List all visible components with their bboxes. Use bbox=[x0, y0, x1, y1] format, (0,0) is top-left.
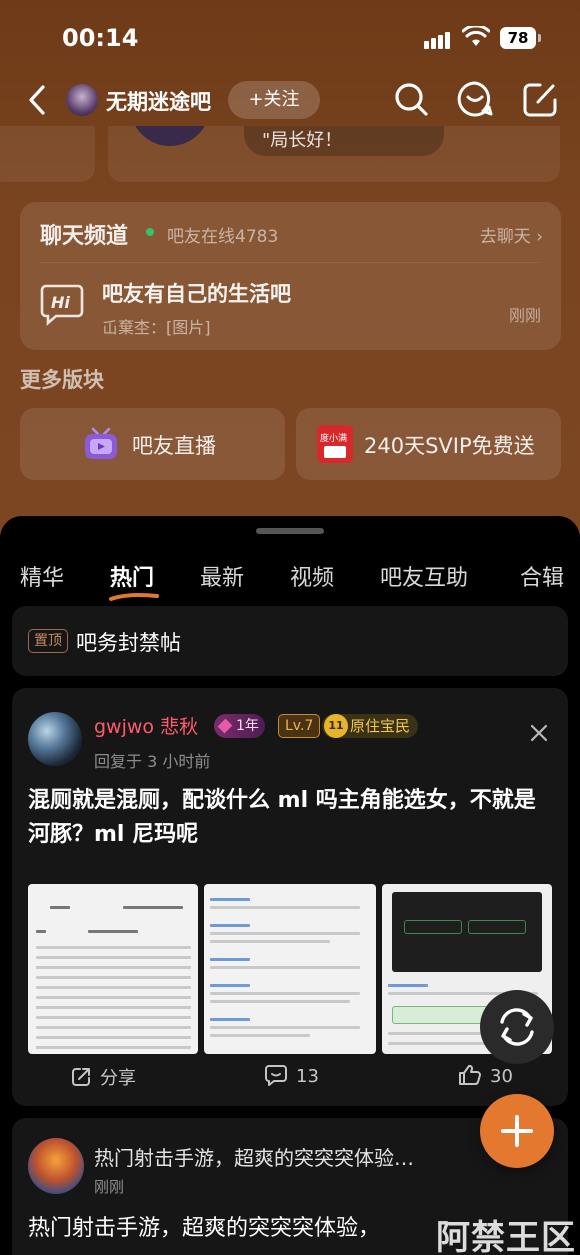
online-count: 吧友在线4783 bbox=[167, 227, 279, 247]
scrolled-cards-peek: "局长好！ bbox=[0, 126, 580, 186]
battery-cap bbox=[538, 34, 541, 42]
tab-featured[interactable]: 精华 bbox=[20, 560, 64, 592]
pinned-post[interactable]: 置顶 吧务封禁帖 bbox=[12, 606, 568, 676]
comment-button[interactable]: 13 bbox=[264, 1064, 319, 1087]
message-bubble-icon[interactable] bbox=[456, 80, 494, 118]
status-bar: 00:14 78 bbox=[0, 0, 580, 70]
back-arrow-icon[interactable] bbox=[26, 84, 48, 116]
sponsor-avatar[interactable] bbox=[28, 1138, 84, 1194]
sheet-drag-handle[interactable] bbox=[256, 528, 324, 534]
resident-number-icon: 11 bbox=[324, 714, 348, 738]
like-button[interactable]: 30 bbox=[458, 1064, 513, 1087]
refresh-button[interactable] bbox=[480, 990, 554, 1064]
more-sections-title: 更多版块 bbox=[20, 368, 104, 392]
chat-last-message: 屲棄杢：[图片] bbox=[102, 318, 211, 337]
member-years-label: 1年 bbox=[236, 718, 259, 734]
like-count: 30 bbox=[490, 1066, 513, 1087]
pinned-title: 吧务封禁帖 bbox=[76, 631, 181, 655]
go-chat-label: 去聊天 bbox=[479, 227, 531, 247]
chat-channel-card[interactable]: 聊天频道 吧友在线4783 去聊天 › Hi 吧友有自己的生活吧 屲棄杢：[图片… bbox=[20, 202, 561, 350]
user-avatar[interactable] bbox=[28, 712, 82, 766]
chat-time: 刚刚 bbox=[508, 306, 541, 325]
post-image-1[interactable] bbox=[28, 884, 198, 1054]
comment-icon bbox=[265, 1065, 287, 1086]
svg-text:度小满: 度小满 bbox=[320, 432, 347, 444]
gem-icon bbox=[217, 718, 233, 734]
tv-icon bbox=[85, 427, 117, 459]
forum-header-area: 00:14 78 无期迷途吧 +关注 "局长好！ 聊天频道 吧友在线4783 去… bbox=[0, 0, 580, 540]
share-button[interactable]: 分享 bbox=[70, 1064, 136, 1090]
go-chat-link[interactable]: 去聊天 › bbox=[480, 222, 543, 247]
chat-topic: 吧友有自己的生活吧 bbox=[102, 282, 291, 306]
post-title[interactable]: 混厕就是混厕，配谈什么 ml 吗主角能选女，不就是河豚？ml 尼玛呢 bbox=[28, 784, 552, 852]
add-post-button[interactable] bbox=[480, 1094, 554, 1168]
share-icon bbox=[72, 1068, 90, 1086]
tab-mutual-help[interactable]: 吧友互助 bbox=[380, 560, 468, 592]
watermark-logo: 阿禁王区 bbox=[436, 1218, 576, 1255]
refresh-icon bbox=[500, 1008, 534, 1046]
divider bbox=[40, 262, 540, 263]
resident-badge: 11 原住宝民 bbox=[322, 714, 419, 738]
plus-icon bbox=[501, 1115, 533, 1147]
chevron-right-icon: › bbox=[536, 227, 543, 247]
reply-time: 回复于 3 小时前 bbox=[94, 752, 211, 771]
svip-label: 240天SVIP免费送 bbox=[364, 434, 535, 458]
tab-video[interactable]: 视频 bbox=[290, 560, 334, 592]
post-tabs: 精华 热门 最新 视频 吧友互助 合辑 bbox=[0, 560, 580, 608]
nav-bar: 无期迷途吧 +关注 bbox=[0, 74, 580, 126]
tab-latest[interactable]: 最新 bbox=[200, 560, 244, 592]
share-label: 分享 bbox=[100, 1068, 136, 1089]
close-icon[interactable] bbox=[530, 724, 548, 742]
comment-count: 13 bbox=[296, 1066, 319, 1087]
online-status-dot bbox=[146, 228, 154, 236]
edit-post-icon[interactable] bbox=[522, 80, 558, 118]
tab-hot[interactable]: 热门 bbox=[110, 560, 154, 592]
sponsor-time: 刚刚 bbox=[94, 1178, 125, 1196]
post-image-2[interactable] bbox=[204, 884, 376, 1054]
hi-chat-icon: Hi bbox=[40, 284, 84, 326]
peek-card-left[interactable] bbox=[0, 126, 95, 182]
live-stream-label: 吧友直播 bbox=[132, 434, 216, 458]
member-years-badge: 1年 bbox=[214, 714, 265, 738]
level-badge: Lv.7 bbox=[278, 714, 321, 738]
svg-text:Hi: Hi bbox=[51, 293, 70, 312]
active-tab-underline bbox=[109, 593, 159, 601]
svip-module[interactable]: 度小满 240天SVIP免费送 bbox=[296, 408, 561, 480]
resident-label: 原住宝民 bbox=[350, 717, 411, 735]
du-xiaoman-icon: 度小满 bbox=[317, 425, 353, 463]
search-icon[interactable] bbox=[392, 80, 430, 118]
status-time: 00:14 bbox=[62, 24, 139, 52]
sponsor-body: 热门射击手游，超爽的突突突体验， bbox=[28, 1216, 381, 1241]
forum-name[interactable]: 无期迷途吧 bbox=[106, 86, 211, 116]
chat-channel-title: 聊天频道 bbox=[40, 224, 129, 249]
forum-avatar[interactable] bbox=[66, 84, 98, 116]
tab-collection[interactable]: 合辑 bbox=[520, 560, 564, 592]
peek-bubble-text: "局长好！ bbox=[262, 130, 343, 151]
cellular-signal-icon bbox=[424, 30, 452, 49]
pinned-badge: 置顶 bbox=[28, 629, 68, 653]
live-stream-module[interactable]: 吧友直播 bbox=[20, 408, 285, 480]
wifi-icon bbox=[462, 26, 490, 46]
follow-button[interactable]: +关注 bbox=[228, 81, 320, 119]
battery-indicator: 78 bbox=[500, 27, 536, 49]
thumbs-up-icon bbox=[459, 1064, 481, 1085]
username[interactable]: gwjwo 悲秋 bbox=[94, 712, 198, 739]
sponsor-title: 热门射击手游，超爽的突突突体验… bbox=[94, 1146, 414, 1170]
